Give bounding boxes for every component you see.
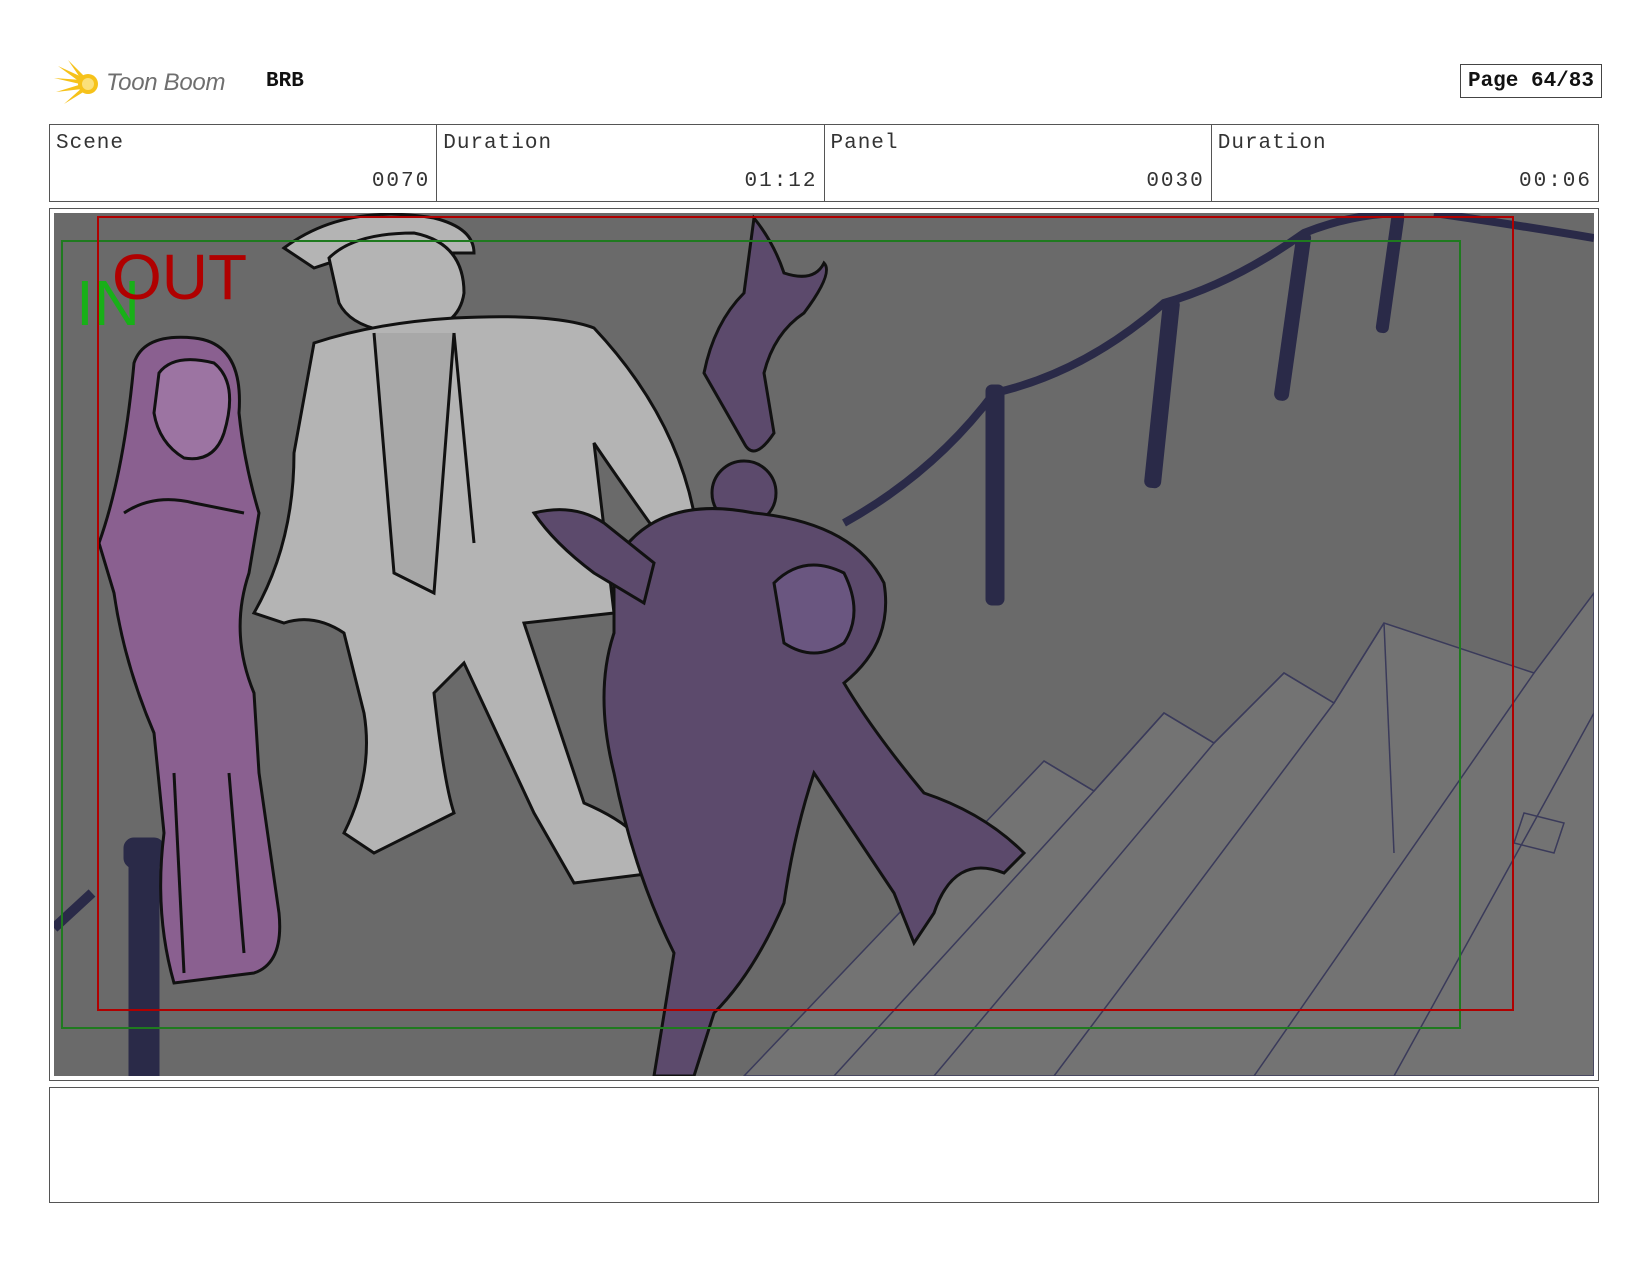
scene-duration-value: 01:12	[744, 170, 818, 193]
panel-label: Panel	[830, 132, 899, 155]
storyboard-panel: IN OUT	[49, 208, 1599, 1081]
panel-drawing: IN OUT	[54, 213, 1594, 1076]
project-name: BRB	[266, 70, 304, 93]
panel-duration-value: 00:06	[1518, 170, 1592, 193]
starburst-icon	[54, 60, 98, 104]
scene-cell: Scene 0070	[50, 125, 438, 201]
scene-duration-label: Duration	[443, 132, 553, 155]
panel-duration-label: Duration	[1217, 132, 1327, 155]
scene-duration-cell: Duration 01:12	[437, 125, 825, 201]
panel-duration-cell: Duration 00:06	[1212, 125, 1598, 201]
out-marker: OUT	[112, 241, 247, 313]
page-number: Page 64/83	[1459, 64, 1602, 98]
panel-value: 0030	[1146, 170, 1205, 193]
logo-text: Toon Boom	[106, 69, 226, 96]
panel-caption-box	[49, 1087, 1599, 1203]
scene-info-table: Scene 0070 Duration 01:12 Panel 0030 Dur…	[49, 124, 1599, 202]
scene-value: 0070	[371, 170, 431, 193]
panel-cell: Panel 0030	[825, 125, 1212, 201]
toon-boom-logo: Toon Boom	[52, 58, 225, 108]
page-header: Toon Boom BRB Page 64/83	[52, 56, 1602, 108]
scene-label: Scene	[56, 132, 125, 155]
